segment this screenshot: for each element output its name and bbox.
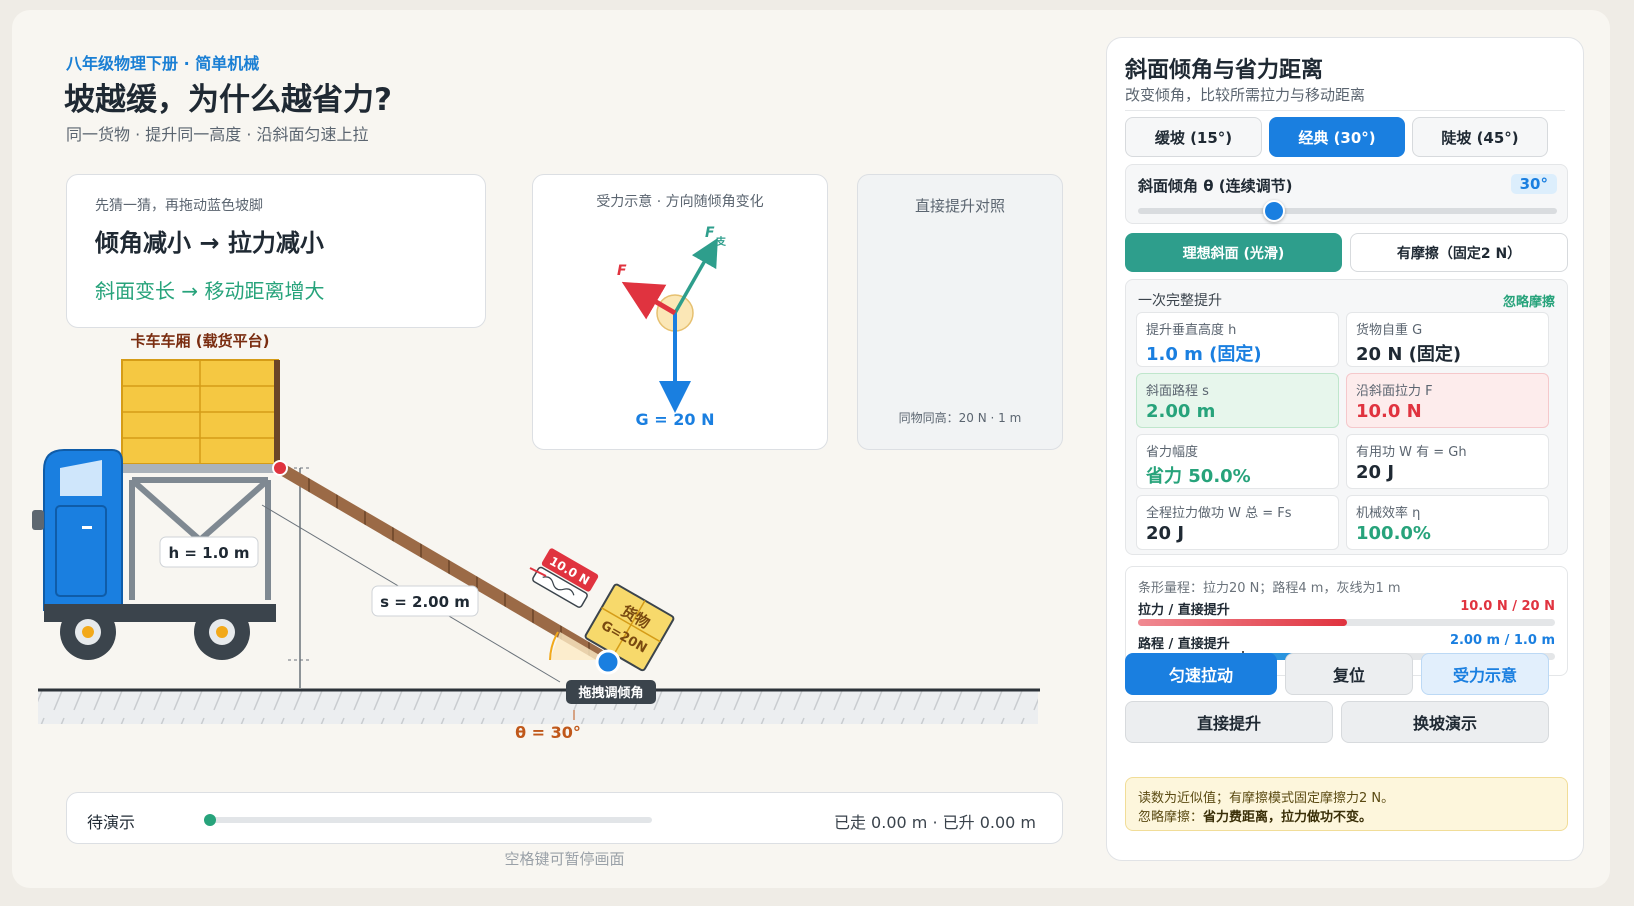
truck-wheel-rear	[194, 604, 250, 660]
truck-wheel-front	[60, 604, 116, 660]
distance-bar-value: 2.00 m / 1.0 m	[1449, 633, 1555, 648]
page-subtitle: 同一货物 · 提升同一高度 · 沿斜面匀速上拉	[66, 125, 369, 144]
force-bar-label: 拉力 / 直接提升	[1138, 603, 1230, 618]
metric-distance: 斜面路程 s 2.00 m	[1136, 373, 1339, 428]
label-N: F	[705, 225, 715, 241]
angle-slider-track[interactable]	[1138, 208, 1557, 214]
force-bar-fill	[1138, 619, 1347, 626]
swap-ramp-button[interactable]: 换坡演示	[1341, 701, 1549, 743]
ramp-top-hinge-icon	[272, 460, 288, 476]
mode-friction-button[interactable]: 有摩擦（固定2 N）	[1350, 233, 1568, 272]
metrics-box: 一次完整提升 忽略摩擦 提升垂直高度 h 1.0 m (固定) 货物自重 G 2…	[1125, 279, 1568, 555]
panel-title: 斜面倾角与省力距离	[1125, 58, 1324, 83]
metric-efficiency-label: 机械效率 η	[1356, 506, 1421, 521]
label-F: F	[617, 263, 627, 279]
progress-card: 待演示 已走 0.00 m · 已升 0.00 m	[66, 792, 1063, 844]
preset-steep-button[interactable]: 陡坡 (45°)	[1412, 117, 1548, 157]
drag-handle-label: 拖拽调倾角	[578, 685, 643, 701]
metric-total-work-label: 全程拉力做功 W 总 = Fs	[1146, 506, 1292, 521]
notice-line-2: 忽略摩擦：省力费距离，拉力做功不变。	[1138, 806, 1372, 825]
bars-note: 条形量程：拉力20 N；路程4 m，灰线为1 m	[1138, 581, 1401, 596]
metric-force: 沿斜面拉力 F 10.0 N	[1346, 373, 1549, 428]
guess-main: 倾角减小 → 拉力减小	[95, 229, 324, 257]
metric-weight-value: 20 N (固定)	[1356, 344, 1462, 365]
angle-label: θ = 30°	[515, 723, 581, 742]
progress-dot	[204, 814, 216, 826]
notice-line-1: 读数为近似值；有摩擦模式固定摩擦力2 N。	[1138, 791, 1395, 806]
angle-slider-label: 斜面倾角 θ (连续调节)	[1138, 177, 1293, 195]
force-diagram-button[interactable]: 受力示意	[1421, 653, 1549, 695]
metric-saving-value: 省力 50.0%	[1146, 466, 1251, 487]
ramp-foot-drag-handle[interactable]	[595, 649, 621, 675]
direct-lift-button[interactable]: 直接提升	[1125, 701, 1333, 743]
force-meter: 10.0 N	[532, 548, 599, 608]
metric-useful-work-value: 20 J	[1356, 462, 1395, 483]
metric-total-work-value: 20 J	[1146, 523, 1185, 544]
length-label: s = 2.00 m	[380, 593, 470, 611]
panel-divider	[1125, 110, 1565, 111]
metric-distance-label: 斜面路程 s	[1146, 384, 1209, 399]
force-bar-track	[1138, 619, 1555, 626]
notice-prefix: 忽略摩擦：	[1138, 810, 1204, 825]
metric-force-label: 沿斜面拉力 F	[1356, 384, 1433, 399]
truck-cargo-crates	[121, 359, 280, 465]
height-label-box: h = 1.0 m	[159, 536, 259, 568]
reset-button[interactable]: 复位	[1285, 653, 1413, 695]
metric-useful-work: 有用功 W 有 = Gh 20 J	[1346, 434, 1549, 489]
pause-hint: 空格键可暂停画面	[504, 850, 625, 868]
angle-slider-box: 斜面倾角 θ (连续调节) 30°	[1125, 164, 1568, 224]
normal-force-arrow	[673, 237, 718, 314]
notice-box: 读数为近似值；有摩擦模式固定摩擦力2 N。 忽略摩擦：省力费距离，拉力做功不变。	[1125, 777, 1568, 831]
progress-track	[207, 817, 652, 823]
page-title: 坡越缓，为什么越省力?	[64, 82, 392, 118]
truck-label: 卡车车厢 (载货平台)	[131, 332, 270, 350]
mode-ideal-button[interactable]: 理想斜面 (光滑)	[1125, 233, 1342, 272]
control-panel: 斜面倾角与省力距离 改变倾角，比较所需拉力与移动距离 缓坡 (15°) 经典 (…	[1106, 37, 1584, 861]
ground-hatch	[38, 690, 1038, 724]
progress-readout: 已走 0.00 m · 已升 0.00 m	[833, 813, 1036, 832]
notice-bold: 省力费距离，拉力做功不变。	[1203, 810, 1373, 825]
metric-total-work: 全程拉力做功 W 总 = Fs 20 J	[1136, 495, 1339, 550]
angle-slider-value: 30°	[1510, 174, 1557, 194]
metric-height-value: 1.0 m (固定)	[1146, 344, 1262, 365]
force-bar-value: 10.0 N / 20 N	[1460, 599, 1555, 614]
guess-card: 先猜一猜，再拖动蓝色坡脚 倾角减小 → 拉力减小 斜面变长 → 移动距离增大	[66, 174, 486, 328]
metrics-tag: 忽略摩擦	[1502, 295, 1555, 310]
metric-height-label: 提升垂直高度 h	[1146, 323, 1237, 338]
metric-efficiency-value: 100.0%	[1356, 523, 1431, 544]
metric-saving-label: 省力幅度	[1146, 445, 1199, 460]
metric-height: 提升垂直高度 h 1.0 m (固定)	[1136, 312, 1339, 367]
preset-classic-button[interactable]: 经典 (30°)	[1269, 117, 1405, 157]
incline-scene: 卡车车厢 (载货平台) h = 1.0 m s = 2.00 m 货物 G=20…	[32, 332, 1040, 742]
truck-platform	[120, 464, 282, 473]
metric-distance-value: 2.00 m	[1146, 401, 1216, 422]
metrics-heading: 一次完整提升	[1138, 293, 1222, 309]
course-kicker: 八年级物理下册 · 简单机械	[66, 54, 260, 73]
pull-button[interactable]: 匀速拉动	[1125, 653, 1277, 695]
length-label-box: s = 2.00 m	[371, 585, 479, 617]
distance-bar-label: 路程 / 直接提升	[1138, 637, 1230, 652]
preset-gentle-button[interactable]: 缓坡 (15°)	[1125, 117, 1262, 157]
metric-force-value: 10.0 N	[1356, 401, 1422, 422]
metric-weight: 货物自重 G 20 N (固定)	[1346, 312, 1549, 367]
progress-state: 待演示	[87, 813, 136, 832]
metric-saving: 省力幅度 省力 50.0%	[1136, 434, 1339, 489]
metric-useful-work-label: 有用功 W 有 = Gh	[1356, 445, 1467, 460]
direct-lift-title: 直接提升对照	[914, 197, 1005, 215]
guess-hint: 先猜一猜，再拖动蓝色坡脚	[95, 198, 263, 214]
angle-slider-thumb[interactable]	[1263, 200, 1285, 222]
metric-weight-label: 货物自重 G	[1356, 323, 1423, 338]
panel-subtitle: 改变倾角，比较所需拉力与移动距离	[1125, 86, 1366, 104]
height-label: h = 1.0 m	[168, 544, 249, 562]
label-N-sub: 支	[715, 235, 727, 248]
drag-handle-label-box: 拖拽调倾角	[566, 680, 656, 704]
truck-cab	[32, 449, 123, 611]
metric-efficiency: 机械效率 η 100.0%	[1346, 495, 1549, 550]
guess-sub: 斜面变长 → 移动距离增大	[95, 279, 325, 303]
